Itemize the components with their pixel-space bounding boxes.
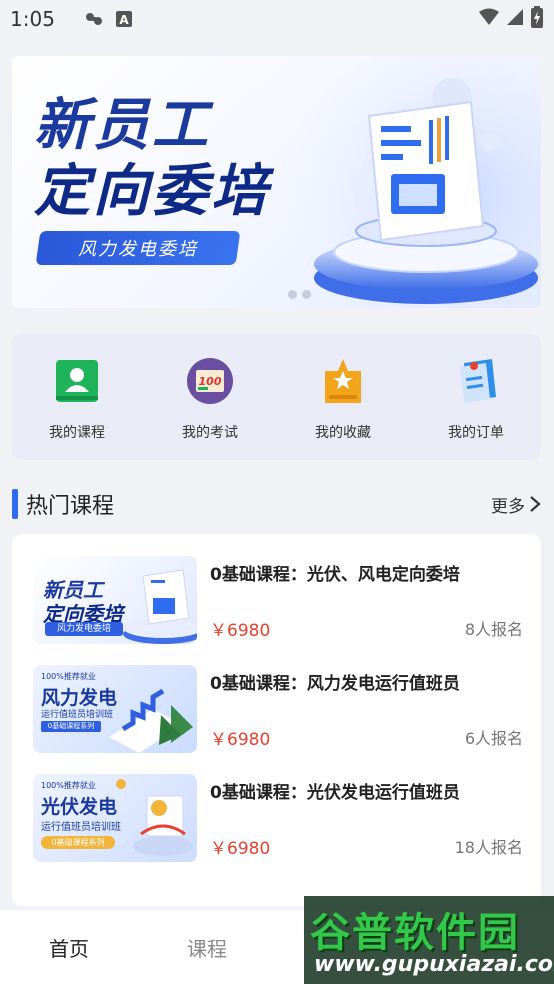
- cell-signal-icon: [506, 8, 524, 30]
- chevron-right-icon: [530, 496, 541, 512]
- banner-tag-label: 风力发电委培: [78, 239, 198, 260]
- thumb-tag: 风力发电委培: [45, 622, 123, 636]
- thumb-line1: 风力发电: [41, 687, 118, 709]
- banner-tag: 风力发电委培: [35, 231, 241, 265]
- wifi-icon: [478, 8, 500, 30]
- watermark-line2: www.gupuxiazai.com: [314, 952, 554, 977]
- hot-courses-list: 新员工 定向委培 风力发电委培 0基础课程：光伏、风电定向委培 ￥6980 8人…: [12, 534, 541, 906]
- course-title: 0基础课程：光伏、风电定向委培: [210, 565, 460, 585]
- status-time: 1:05: [10, 7, 55, 31]
- promo-banner[interactable]: 新员工 定向委培 风力发电委培: [12, 56, 541, 308]
- watermark-logo: 谷普软件园 www.gupuxiazai.com: [304, 896, 554, 984]
- tab-home[interactable]: 首页: [0, 933, 138, 962]
- thumb-tag: 0基础课程系列: [41, 836, 115, 849]
- course-title: 0基础课程：光伏发电运行值班员: [210, 783, 460, 803]
- course-price: ￥6980: [210, 621, 271, 641]
- quick-my-courses[interactable]: 我的课程: [26, 334, 128, 460]
- course-item[interactable]: 100%推荐就业 光伏发电 运行值班员培训班 0基础课程系列 0基础课程：光伏发…: [33, 774, 523, 864]
- quick-label: 我的订单: [448, 425, 504, 441]
- thumb-line1: 光伏发电: [41, 796, 118, 818]
- banner-title-line2: 定向委培: [34, 159, 270, 224]
- quick-my-orders[interactable]: 我的订单: [425, 334, 527, 460]
- thumb-top: 100%推荐就业: [41, 781, 96, 790]
- quick-label: 我的考试: [182, 425, 238, 441]
- course-book-icon: [52, 356, 102, 406]
- svg-text:A: A: [119, 13, 129, 27]
- course-thumbnail: 新员工 定向委培 风力发电委培: [33, 556, 197, 644]
- quick-my-exams[interactable]: 100 我的考试: [159, 334, 261, 460]
- more-label: 更多: [491, 496, 525, 517]
- banner-illustration: [281, 56, 541, 308]
- thumb-top: 100%推荐就业: [41, 672, 96, 681]
- section-title: 热门课程: [26, 494, 115, 519]
- course-enrolled-count: 8人报名: [464, 620, 523, 639]
- course-enrolled-count: 6人报名: [464, 729, 523, 748]
- order-clipboard-icon: [451, 356, 501, 406]
- more-link[interactable]: 更多: [491, 492, 541, 517]
- quick-my-favorites[interactable]: 我的收藏: [292, 334, 394, 460]
- pagination-dot[interactable]: [302, 290, 311, 299]
- hot-courses-header: 热门课程 更多: [12, 486, 541, 522]
- course-thumbnail: 100%推荐就业 光伏发电 运行值班员培训班 0基础课程系列: [33, 774, 197, 862]
- course-item[interactable]: 100%推荐就业 风力发电 运行值班员培训班 0基础课程系列 0基础课程：风力发…: [33, 665, 523, 755]
- quick-label: 我的课程: [49, 425, 105, 441]
- pagination-dot[interactable]: [288, 290, 297, 299]
- favorite-star-icon: [318, 356, 368, 406]
- battery-charging-icon: [530, 6, 544, 32]
- quick-actions: 我的课程 100 我的考试 我的收藏 我的订单: [12, 334, 541, 460]
- banner-title-line1: 新员工: [34, 93, 211, 158]
- exam-100-icon: 100: [185, 356, 235, 406]
- thumb-line2: 运行值班员培训班: [41, 822, 121, 833]
- svg-text:100: 100: [199, 375, 222, 388]
- section-accent-bar: [12, 489, 18, 519]
- link-icon: [83, 10, 105, 28]
- status-bar: 1:05 A: [0, 0, 554, 38]
- course-enrolled-count: 18人报名: [454, 838, 523, 857]
- course-price: ￥6980: [210, 839, 271, 859]
- course-price: ￥6980: [210, 730, 271, 750]
- course-title: 0基础课程：风力发电运行值班员: [210, 674, 460, 694]
- quick-label: 我的收藏: [315, 425, 371, 441]
- course-thumbnail: 100%推荐就业 风力发电 运行值班员培训班 0基础课程系列: [33, 665, 197, 753]
- course-item[interactable]: 新员工 定向委培 风力发电委培 0基础课程：光伏、风电定向委培 ￥6980 8人…: [33, 556, 523, 646]
- watermark-line1: 谷普软件园: [310, 910, 520, 956]
- thumb-line2: 运行值班员培训班: [41, 710, 114, 720]
- tab-courses[interactable]: 课程: [138, 933, 276, 962]
- banner-pagination: [288, 290, 311, 299]
- thumb-tag: 0基础课程系列: [41, 721, 101, 732]
- text-a-icon: A: [115, 10, 133, 28]
